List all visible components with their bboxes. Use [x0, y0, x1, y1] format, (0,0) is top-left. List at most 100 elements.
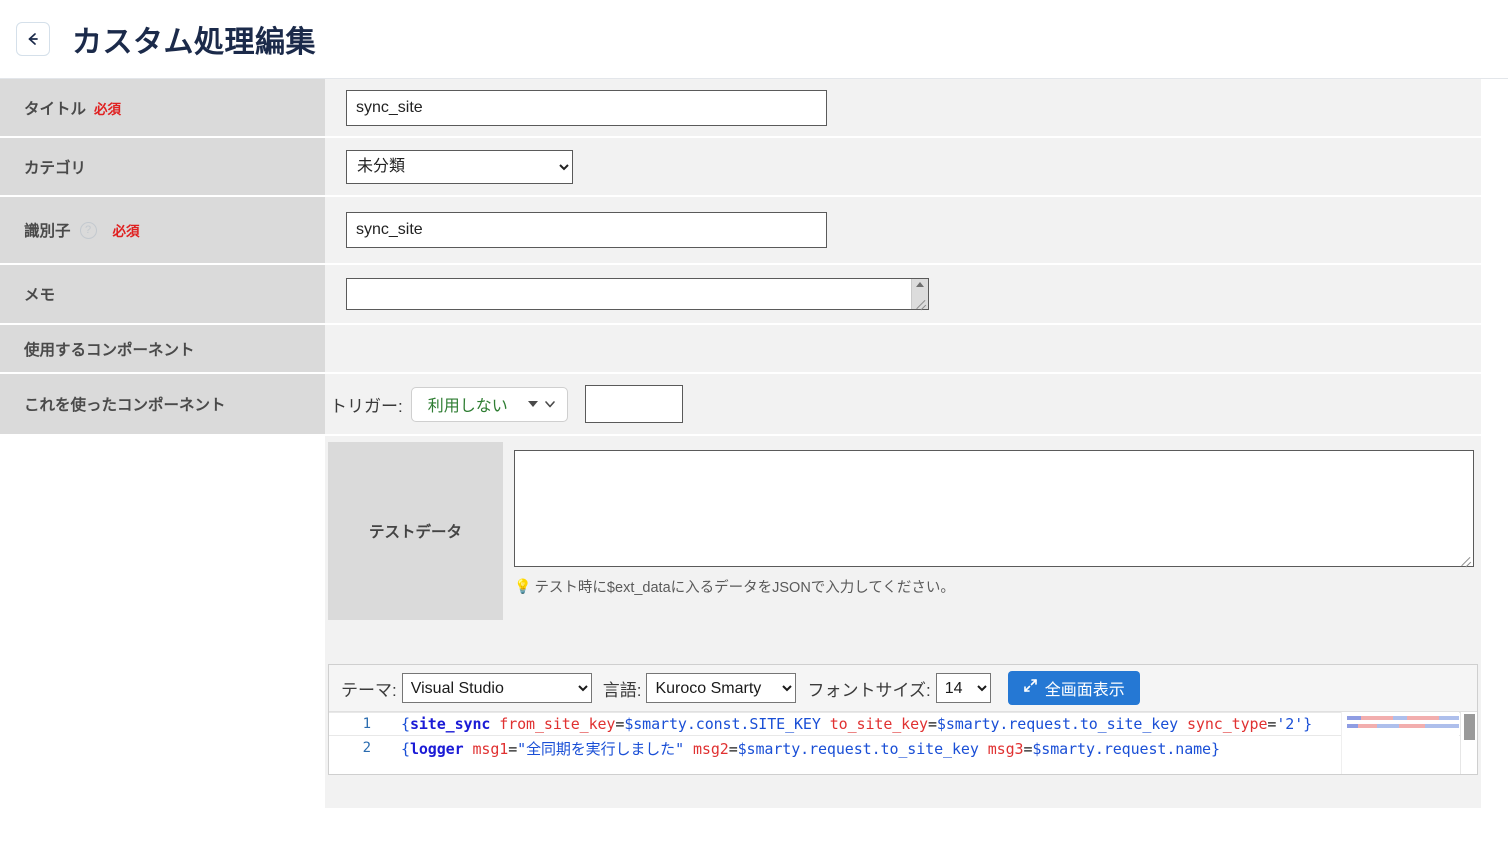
- label-consumer-components-text: これを使ったコンポーネント: [24, 397, 226, 414]
- trigger-label: トリガー:: [330, 396, 403, 416]
- line-number: 1: [362, 716, 371, 732]
- label-memo-text: メモ: [24, 287, 56, 304]
- code-line[interactable]: 2 {logger msg1="全同期を実行しました" msg2=$smarty.…: [329, 736, 1477, 760]
- editor-toolbar: テーマ: Visual Studio 言語: Kuroco Smarty フォン…: [329, 665, 1477, 712]
- back-button[interactable]: [16, 22, 50, 56]
- form-row-identifier: 識別子 ? 必須: [0, 197, 1481, 263]
- code-token: site_sync: [409, 715, 491, 733]
- question-mark-icon[interactable]: ?: [79, 221, 97, 239]
- trigger-value-input[interactable]: [584, 385, 683, 423]
- resize-grip-icon[interactable]: [1459, 552, 1472, 568]
- code-lines[interactable]: 1 {site_sync from_site_key=$smarty.const.…: [329, 712, 1477, 760]
- value-used-components: [325, 325, 1481, 372]
- code-text[interactable]: {logger msg1="全同期を実行しました" msg2=$smarty.r…: [379, 738, 1220, 759]
- test-data-block: テストデータ 💡 テスト時に$ext_dataに入るデータをJSONで入力してく…: [325, 436, 1481, 620]
- expand-arrows-icon: [1023, 678, 1038, 698]
- editor-minimap[interactable]: [1341, 712, 1459, 774]
- value-category: 未分類: [325, 138, 1481, 195]
- label-used-components: 使用するコンポーネント: [0, 325, 325, 372]
- code-token: }: [1211, 739, 1220, 758]
- page-title: カスタム処理編集: [72, 26, 316, 59]
- memo-textarea[interactable]: [346, 278, 929, 311]
- fontsize-select[interactable]: 14: [935, 673, 991, 703]
- code-line[interactable]: 1 {site_sync from_site_key=$smarty.const.…: [329, 712, 1477, 736]
- form-row-consumer-components: これを使ったコンポーネント トリガー: 利用しない: [0, 374, 1481, 434]
- lightbulb-icon: 💡: [514, 578, 532, 594]
- required-badge-identifier: 必須: [112, 224, 140, 239]
- code-token: $smarty.request.name: [1032, 739, 1211, 758]
- code-token: =: [1267, 715, 1277, 733]
- value-identifier: [325, 197, 1481, 263]
- memo-scrollbar[interactable]: [911, 279, 928, 309]
- trigger-area: トリガー: 利用しない: [330, 385, 683, 423]
- category-select[interactable]: 未分類: [346, 149, 573, 184]
- form-row-memo: メモ: [0, 265, 1481, 323]
- label-used-components-text: 使用するコンポーネント: [24, 341, 195, 359]
- code-token: =: [508, 739, 518, 758]
- code-text[interactable]: {site_sync from_site_key=$smarty.const.S…: [379, 715, 1312, 733]
- trigger-select[interactable]: 利用しない: [410, 386, 568, 422]
- code-token: logger: [409, 739, 464, 758]
- theme-select[interactable]: Visual Studio: [401, 673, 592, 703]
- code-token: $smarty.request.to_site_key: [737, 739, 979, 758]
- code-editor: テーマ: Visual Studio 言語: Kuroco Smarty フォン…: [328, 664, 1478, 775]
- page-header: カスタム処理編集: [0, 0, 1508, 79]
- chevron-down-icon: [527, 397, 557, 411]
- code-token: msg3: [987, 739, 1024, 758]
- test-data-hint: 💡 テスト時に$ext_dataに入るデータをJSONで入力してください。: [514, 576, 1474, 597]
- code-token: }: [1303, 715, 1313, 733]
- minimap-line: [1347, 716, 1459, 720]
- code-token: to_site_key: [829, 715, 928, 733]
- value-editor-area: テストデータ 💡 テスト時に$ext_dataに入るデータをJSONで入力してく…: [325, 436, 1481, 808]
- label-consumer-components: これを使ったコンポーネント: [0, 374, 325, 434]
- scroll-up-icon[interactable]: [916, 282, 924, 287]
- code-token: =: [728, 739, 738, 758]
- label-category: カテゴリ: [0, 138, 325, 195]
- code-token: $smarty.request.to_site_key: [936, 715, 1179, 733]
- test-data-right: 💡 テスト時に$ext_dataに入るデータをJSONで入力してください。: [514, 436, 1474, 620]
- label-category-text: カテゴリ: [24, 159, 87, 177]
- code-token: msg2: [692, 739, 729, 758]
- scrollbar-thumb[interactable]: [1464, 714, 1475, 740]
- label-identifier-text: 識別子: [24, 223, 71, 240]
- language-select[interactable]: Kuroco Smarty: [646, 673, 797, 703]
- form-row-editor-area: テストデータ 💡 テスト時に$ext_dataに入るデータをJSONで入力してく…: [0, 436, 1481, 808]
- test-data-label: テストデータ: [328, 442, 503, 620]
- code-area[interactable]: 1 {site_sync from_site_key=$smarty.const.…: [329, 712, 1477, 774]
- value-memo: [325, 265, 1481, 323]
- fontsize-label: フォントサイズ:: [807, 680, 931, 700]
- arrow-left-icon: [24, 30, 42, 48]
- form-row-used-components: 使用するコンポーネント: [0, 325, 1481, 372]
- test-data-textarea[interactable]: [514, 450, 1474, 568]
- fullscreen-button[interactable]: 全画面表示: [1007, 671, 1140, 705]
- value-title: [325, 79, 1481, 136]
- label-title-text: タイトル: [24, 100, 87, 118]
- language-label: 言語:: [602, 680, 642, 700]
- code-token: =: [927, 715, 937, 733]
- code-token: from_site_key: [499, 715, 616, 733]
- label-title: タイトル 必須: [0, 79, 325, 136]
- title-input[interactable]: [346, 89, 827, 126]
- minimap-line: [1347, 724, 1459, 728]
- code-token: $smarty.const.SITE_KEY: [624, 715, 821, 733]
- fullscreen-label: 全画面表示: [1044, 682, 1125, 699]
- identifier-input[interactable]: [346, 212, 827, 248]
- required-badge-title: 必須: [94, 101, 122, 117]
- code-token: {: [401, 715, 410, 733]
- line-number: 2: [362, 740, 371, 756]
- theme-label: テーマ:: [341, 680, 397, 700]
- editor-scrollbar[interactable]: [1460, 712, 1477, 774]
- test-data-hint-text: テスト時に$ext_dataに入るデータをJSONで入力してください。: [534, 580, 955, 596]
- code-token: =: [615, 715, 625, 733]
- code-token: msg1: [472, 739, 509, 758]
- value-consumer-components: トリガー: 利用しない: [325, 374, 1481, 434]
- label-memo: メモ: [0, 265, 325, 323]
- trigger-select-value: 利用しない: [427, 398, 508, 415]
- custom-process-form: タイトル 必須 カテゴリ 未分類 識別子 ? 必須 メモ: [0, 79, 1508, 808]
- label-identifier: 識別子 ? 必須: [0, 197, 325, 263]
- code-token: sync_type: [1187, 715, 1268, 733]
- code-token: {: [401, 739, 410, 758]
